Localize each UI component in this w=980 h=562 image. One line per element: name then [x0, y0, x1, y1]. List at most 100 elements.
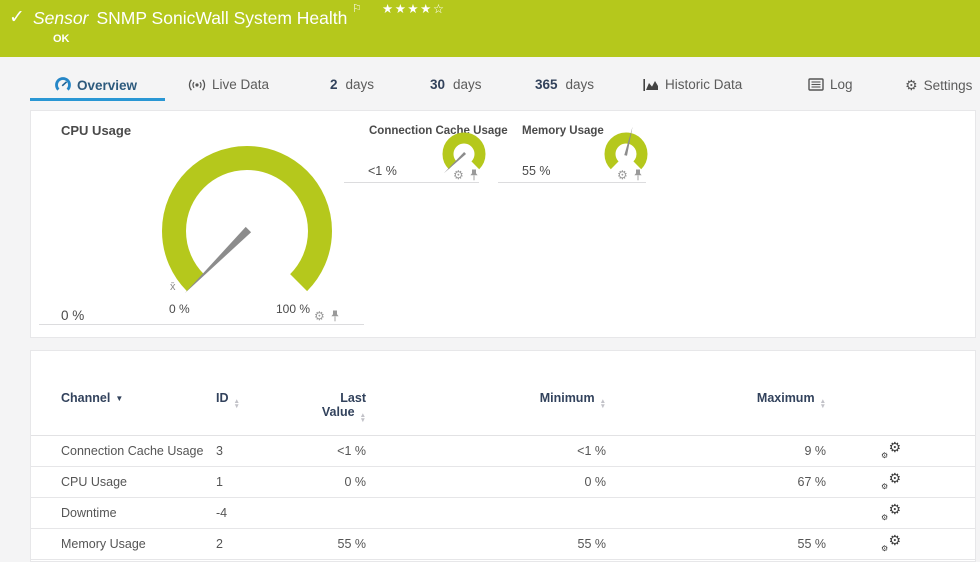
cpu-pin-icon[interactable] [330, 310, 340, 322]
channel-last-value: 0 % [276, 467, 366, 498]
channel-maximum [606, 498, 826, 529]
gauge-icon [55, 77, 71, 93]
channel-last-value: <1 % [276, 436, 366, 467]
memory-current-value: 55 % [522, 164, 551, 178]
channel-id: 2 [216, 529, 276, 560]
cpu-gauge-title: CPU Usage [61, 123, 131, 138]
cpu-panel-icons: ⚙ [314, 310, 340, 322]
tab-30-days-number: 30 [430, 77, 445, 92]
tab-settings[interactable]: ⚙ Settings [905, 77, 972, 94]
channels-table-card: Channel▼ ID▲▼ Last Value▲▼ Minimum▲▼ Max… [30, 350, 976, 562]
sort-desc-icon: ▼ [115, 394, 123, 403]
column-header-channel[interactable]: Channel▼ [31, 351, 216, 436]
flag-icon[interactable]: ⚐ [352, 2, 362, 15]
connection-gear-icon[interactable]: ⚙ [453, 169, 464, 181]
connection-panel-divider [344, 182, 479, 183]
tab-settings-label: Settings [924, 78, 973, 93]
channel-maximum: 67 % [606, 467, 826, 498]
cpu-panel-divider [39, 324, 364, 325]
tab-log-label: Log [830, 77, 853, 92]
broadcast-icon [188, 78, 206, 92]
sensor-status-bar: ✓ SensorSNMP SonicWall System Health ⚐ ★… [0, 0, 980, 57]
tab-live-data-label: Live Data [212, 77, 269, 92]
channel-id: 1 [216, 467, 276, 498]
last-value-header-line1: Last [340, 391, 366, 405]
tab-2-days-number: 2 [330, 77, 338, 92]
channel-settings-icon[interactable]: ⚙⚙ [881, 535, 901, 551]
column-header-last-value[interactable]: Last Value▲▼ [276, 351, 366, 436]
table-row[interactable]: Connection Cache Usage 3 <1 % <1 % 9 % ⚙… [31, 436, 976, 467]
channel-minimum: <1 % [366, 436, 606, 467]
table-row[interactable]: Memory Usage 2 55 % 55 % 55 % ⚙⚙ [31, 529, 976, 560]
sort-toggle-icon: ▲▼ [600, 400, 606, 409]
memory-panel-icons: ⚙ [617, 169, 643, 181]
priority-stars[interactable]: ★★★★☆ [382, 1, 446, 16]
channel-name: Downtime [31, 498, 216, 529]
channel-maximum: 9 % [606, 436, 826, 467]
area-chart-icon [643, 78, 659, 92]
column-header-maximum[interactable]: Maximum ▲▼ [606, 351, 826, 436]
tab-365-days[interactable]: 365 days [535, 77, 594, 92]
column-header-id[interactable]: ID ▲▼ [216, 351, 276, 436]
log-list-icon [808, 78, 824, 91]
minimum-header-label: Minimum [540, 391, 595, 405]
sort-toggle-icon: ▲▼ [820, 400, 826, 409]
sort-toggle-icon: ▲▼ [234, 400, 240, 409]
column-header-actions [826, 351, 976, 436]
channel-name: Memory Usage [31, 529, 216, 560]
tab-30-days-label: days [453, 77, 482, 92]
table-row[interactable]: CPU Usage 1 0 % 0 % 67 % ⚙⚙ [31, 467, 976, 498]
tab-30-days[interactable]: 30 days [430, 77, 482, 92]
tab-overview[interactable]: Overview [55, 77, 137, 93]
connection-panel-icons: ⚙ [453, 169, 479, 181]
memory-panel-divider [498, 182, 646, 183]
maximum-header-label: Maximum [757, 391, 815, 405]
tab-365-days-number: 365 [535, 77, 558, 92]
cpu-scale-min-label: 0 % [169, 302, 190, 316]
channel-last-value: 55 % [276, 529, 366, 560]
memory-gear-icon[interactable]: ⚙ [617, 169, 628, 181]
tab-2-days-label: days [346, 77, 375, 92]
table-header-row: Channel▼ ID▲▼ Last Value▲▼ Minimum▲▼ Max… [31, 351, 976, 436]
sensor-title: SNMP SonicWall System Health [96, 8, 347, 28]
memory-pin-icon[interactable] [633, 169, 643, 181]
status-badge: OK [53, 33, 70, 45]
overview-gauges-card: CPU Usage x̄ 0 % 100 % 0 % ⚙ Connection … [30, 110, 976, 338]
cpu-gear-icon[interactable]: ⚙ [314, 310, 325, 322]
channel-minimum: 0 % [366, 467, 606, 498]
channels-table: Channel▼ ID▲▼ Last Value▲▼ Minimum▲▼ Max… [31, 351, 976, 560]
channel-id: -4 [216, 498, 276, 529]
channel-name: Connection Cache Usage [31, 436, 216, 467]
cpu-average-marker: x̄ [170, 281, 176, 293]
channel-settings-icon[interactable]: ⚙⚙ [881, 442, 901, 458]
tab-live-data[interactable]: Live Data [188, 77, 269, 92]
channel-minimum: 55 % [366, 529, 606, 560]
tab-2-days[interactable]: 2 days [330, 77, 374, 92]
last-value-header-line2: Value [322, 405, 355, 419]
stars-filled: ★★★★ [382, 2, 433, 16]
ok-check-icon: ✓ [9, 6, 25, 29]
channel-id: 3 [216, 436, 276, 467]
column-header-minimum[interactable]: Minimum ▲▼ [366, 351, 606, 436]
cpu-scale-max-label: 100 % [276, 302, 310, 316]
id-header-label: ID [216, 391, 229, 405]
cpu-gauge [142, 134, 352, 299]
sensor-title-line: SensorSNMP SonicWall System Health [33, 8, 347, 29]
channel-maximum: 55 % [606, 529, 826, 560]
cpu-current-value: 0 % [61, 308, 84, 323]
active-tab-underline [30, 98, 165, 101]
channel-settings-icon[interactable]: ⚙⚙ [881, 504, 901, 520]
tab-365-days-label: days [566, 77, 595, 92]
channel-last-value [276, 498, 366, 529]
tab-overview-label: Overview [77, 78, 137, 93]
star-empty: ☆ [433, 2, 446, 16]
channel-name: CPU Usage [31, 467, 216, 498]
tab-bar: Overview Live Data 2 days 30 days 365 da… [0, 60, 980, 110]
connection-current-value: <1 % [368, 164, 397, 178]
table-row[interactable]: Downtime -4 ⚙⚙ [31, 498, 976, 529]
channel-settings-icon[interactable]: ⚙⚙ [881, 473, 901, 489]
tab-historic-data-label: Historic Data [665, 77, 742, 92]
tab-log[interactable]: Log [808, 77, 853, 92]
tab-historic-data[interactable]: Historic Data [643, 77, 742, 92]
connection-pin-icon[interactable] [469, 169, 479, 181]
